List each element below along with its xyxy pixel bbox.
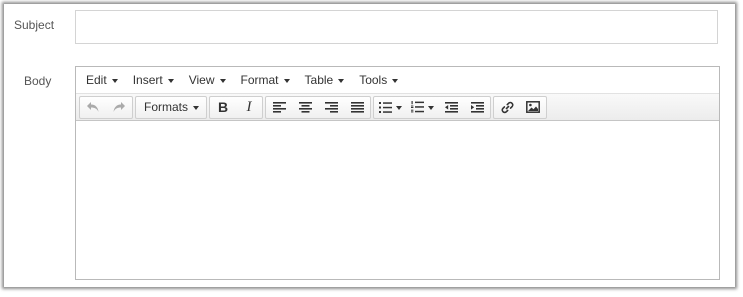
undo-icon xyxy=(87,102,99,112)
caret-down-icon xyxy=(338,78,345,83)
link-icon xyxy=(501,101,513,113)
align-left-icon xyxy=(272,101,286,113)
numbered-list-icon xyxy=(410,101,424,113)
history-group xyxy=(79,95,133,119)
bold-button[interactable]: B xyxy=(210,97,236,118)
menu-edit[interactable]: Edit xyxy=(82,73,127,87)
image-button[interactable] xyxy=(520,97,546,118)
caret-down-icon xyxy=(395,105,402,110)
menu-table[interactable]: Table xyxy=(301,73,354,87)
align-left-button[interactable] xyxy=(266,97,292,118)
formats-label: Formats xyxy=(144,100,189,114)
bullet-list-icon xyxy=(378,101,392,113)
indent-icon xyxy=(470,101,484,113)
editor-content-area[interactable] xyxy=(76,123,719,279)
caret-down-icon xyxy=(111,78,118,83)
redo-icon xyxy=(113,102,125,112)
menu-format[interactable]: Format xyxy=(237,73,299,87)
link-button[interactable] xyxy=(494,97,520,118)
bold-icon: B xyxy=(217,99,229,115)
menu-view[interactable]: View xyxy=(185,73,235,87)
align-right-button[interactable] xyxy=(318,97,344,118)
insert-group xyxy=(493,95,548,119)
menu-format-label: Format xyxy=(240,73,279,87)
email-compose-panel: Subject Body Edit Insert View Format Tab… xyxy=(4,4,735,287)
align-center-button[interactable] xyxy=(292,97,318,118)
italic-button[interactable]: I xyxy=(236,97,262,118)
formats-dropdown[interactable]: Formats xyxy=(136,97,206,118)
menu-tools[interactable]: Tools xyxy=(355,73,407,87)
alignment-group xyxy=(265,95,372,119)
outdent-icon xyxy=(444,101,458,113)
text-style-group: B I xyxy=(209,95,264,119)
undo-button[interactable] xyxy=(80,97,106,118)
italic-icon: I xyxy=(246,98,252,115)
caret-down-icon xyxy=(283,78,290,83)
align-center-icon xyxy=(298,101,312,113)
align-justify-button[interactable] xyxy=(344,97,370,118)
caret-down-icon xyxy=(392,78,399,83)
menu-view-label: View xyxy=(188,73,215,87)
caret-down-icon xyxy=(219,78,226,83)
image-icon xyxy=(526,101,540,113)
outdent-button[interactable] xyxy=(438,97,464,118)
menu-insert[interactable]: Insert xyxy=(129,73,183,87)
menu-insert-label: Insert xyxy=(132,73,163,87)
rich-text-editor: Edit Insert View Format Table Tools Form… xyxy=(75,66,720,280)
menu-table-label: Table xyxy=(304,73,334,87)
redo-button[interactable] xyxy=(106,97,132,118)
bullet-list-button[interactable] xyxy=(374,97,406,118)
caret-down-icon xyxy=(427,105,434,110)
menu-edit-label: Edit xyxy=(86,73,107,87)
numbered-list-button[interactable] xyxy=(406,97,438,118)
formats-group: Formats xyxy=(135,95,208,119)
indent-button[interactable] xyxy=(464,97,490,118)
caret-down-icon xyxy=(193,105,200,110)
editor-menubar: Edit Insert View Format Table Tools xyxy=(76,67,719,94)
caret-down-icon xyxy=(167,78,174,83)
body-label: Body xyxy=(24,74,52,88)
align-right-icon xyxy=(324,101,338,113)
subject-input[interactable] xyxy=(75,10,718,44)
menu-tools-label: Tools xyxy=(359,73,388,87)
list-group xyxy=(373,95,492,119)
editor-toolbar: Formats B I xyxy=(76,94,719,121)
align-justify-icon xyxy=(350,101,364,113)
subject-label: Subject xyxy=(14,18,55,32)
